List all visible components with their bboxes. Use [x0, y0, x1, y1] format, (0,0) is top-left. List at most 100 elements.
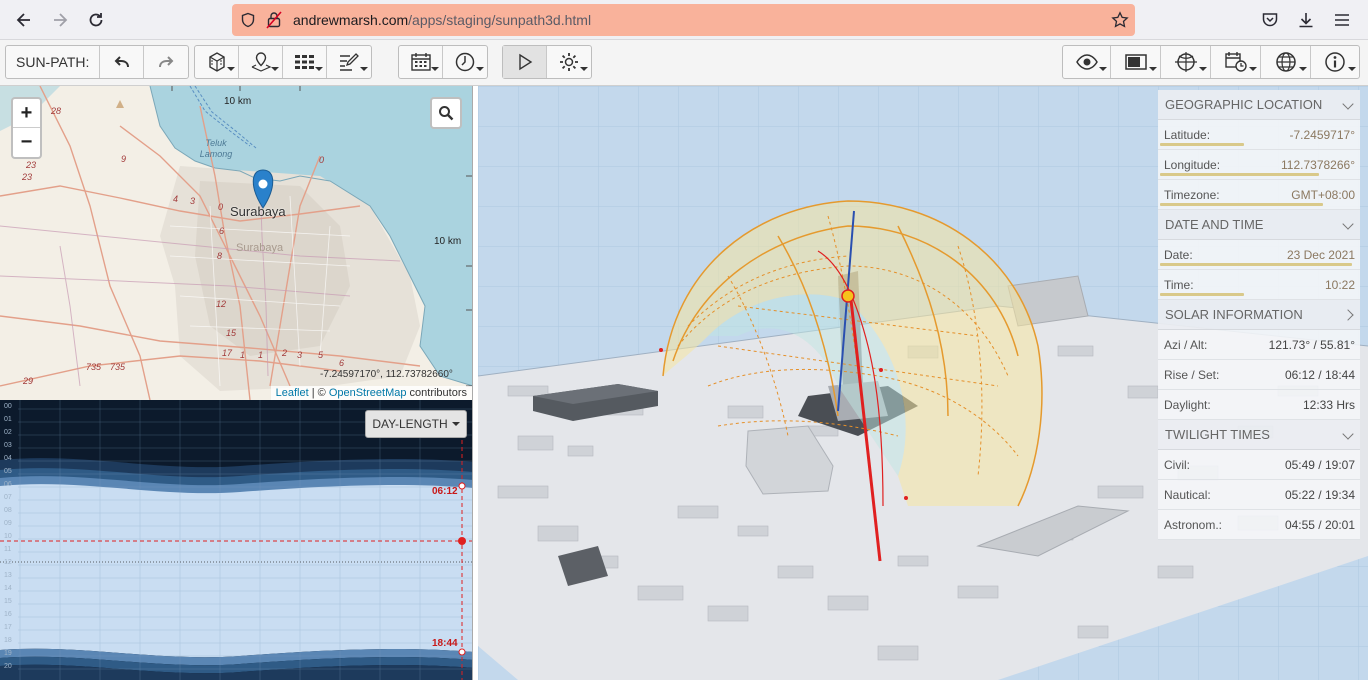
field-label: Latitude: [1164, 127, 1211, 142]
twilight-times-header[interactable]: TWILIGHT TIMES [1158, 420, 1360, 450]
osm-link[interactable]: OpenStreetMap [329, 387, 407, 399]
timezone-value[interactable]: GMT+08:00 [1291, 188, 1355, 202]
draw-tools-button[interactable] [327, 46, 371, 78]
globe-icon [1275, 52, 1296, 72]
hour-tick-label: 01 [4, 416, 12, 423]
road-number-label: 6 [339, 358, 345, 368]
zoom-in-button[interactable]: + [13, 99, 40, 128]
hour-tick-label: 13 [4, 572, 12, 579]
civil-twilight-value: 05:49 / 19:07 [1284, 457, 1355, 472]
time-slider[interactable] [1160, 293, 1244, 296]
longitude-row[interactable]: Longitude: 112.7378266° [1158, 150, 1360, 180]
road-number-label: 17 [222, 348, 233, 358]
nautical-twilight-value: 05:22 / 19:34 [1284, 487, 1355, 502]
field-label: Astronom.: [1164, 517, 1223, 532]
eye-icon [1075, 54, 1098, 70]
leaflet-link[interactable]: Leaflet [276, 387, 309, 399]
timezone-row[interactable]: Timezone: GMT+08:00 [1158, 180, 1360, 210]
shield-icon[interactable] [240, 12, 256, 33]
visibility-button[interactable] [1063, 46, 1111, 78]
model-group [194, 45, 372, 79]
grid-button[interactable] [283, 46, 327, 78]
civil-twilight-row: Civil: 05:49 / 19:07 [1158, 450, 1360, 480]
hour-tick-label: 18 [4, 637, 12, 644]
url-text[interactable]: andrewmarsh.com/apps/staging/sunpath3d.h… [293, 12, 591, 28]
caret-down-icon [451, 422, 460, 426]
hour-tick-label: 12 [4, 559, 12, 566]
building-model-button[interactable] [195, 46, 239, 78]
chart-mode-dropdown[interactable]: DAY-LENGTH [365, 410, 467, 438]
hour-tick-label: 15 [4, 598, 12, 605]
solar-information-header[interactable]: SOLAR INFORMATION [1158, 300, 1360, 330]
undo-button[interactable] [100, 46, 145, 78]
settings-button[interactable] [547, 46, 591, 78]
day-length-chart[interactable]: 00 01 02 03 04 05 06 07 08 09 10 11 12 13 14 15 16 17 18 19… [0, 400, 473, 680]
date-slider[interactable] [1160, 263, 1352, 266]
latitude-slider[interactable] [1160, 143, 1244, 146]
road-number-label: 28 [51, 106, 62, 116]
attrib-separator: | © [308, 387, 329, 399]
display-button[interactable] [1111, 46, 1161, 78]
day-length-plot[interactable] [0, 400, 473, 680]
lock-icon[interactable] [266, 11, 282, 34]
reload-icon[interactable] [82, 6, 110, 34]
hamburger-menu-icon[interactable] [1328, 6, 1356, 34]
road-number-label: 735 [110, 362, 126, 372]
field-label: Timezone: [1164, 187, 1220, 202]
forward-arrow-icon[interactable] [46, 6, 74, 34]
play-button[interactable] [503, 46, 547, 78]
chevron-down-icon [1342, 98, 1354, 110]
road-number-label: 9 [121, 154, 127, 164]
map-attribution: Leaflet | © OpenStreetMap contributors [270, 386, 472, 400]
sunpath-3d-view[interactable]: GEOGRAPHIC LOCATION Latitude: -7.2459717°… [478, 86, 1368, 680]
bookmark-star-icon[interactable] [1111, 11, 1129, 34]
road-number-label: 4 [173, 194, 179, 204]
hour-tick-label: 16 [4, 611, 12, 618]
calendar-clock-icon [1224, 52, 1247, 72]
latitude-value[interactable]: -7.2459717° [1289, 128, 1355, 142]
road-number-label: 3 [297, 350, 303, 360]
schedule-button[interactable] [1211, 46, 1261, 78]
date-value[interactable]: 23 Dec 2021 [1287, 248, 1355, 262]
chart-mode-label: DAY-LENGTH [372, 417, 448, 431]
map-search-button[interactable] [430, 97, 462, 129]
road-number-label: 2 [282, 348, 288, 358]
projection-button[interactable] [1161, 46, 1211, 78]
redo-button[interactable] [144, 46, 188, 78]
longitude-value[interactable]: 112.7378266° [1281, 158, 1355, 172]
road-number-label: 735 [86, 362, 102, 372]
url-bar[interactable]: andrewmarsh.com/apps/staging/sunpath3d.h… [232, 4, 1135, 36]
info-button[interactable] [1311, 46, 1359, 78]
view-group [1062, 45, 1360, 79]
daylight-row: Daylight: 12:33 Hrs [1158, 390, 1360, 420]
date-time-header[interactable]: DATE AND TIME [1158, 210, 1360, 240]
road-number-label: 8 [217, 251, 223, 261]
date-row[interactable]: Date: 23 Dec 2021 [1158, 240, 1360, 270]
downloads-icon[interactable] [1292, 6, 1320, 34]
map-pin-icon [251, 52, 271, 72]
timezone-slider[interactable] [1160, 203, 1323, 206]
geographic-location-header[interactable]: GEOGRAPHIC LOCATION [1158, 90, 1360, 120]
zoom-out-button[interactable]: − [13, 128, 40, 157]
pocket-icon[interactable] [1256, 6, 1284, 34]
longitude-slider[interactable] [1160, 173, 1319, 176]
time-button[interactable] [443, 46, 487, 78]
latitude-row[interactable]: Latitude: -7.2459717° [1158, 120, 1360, 150]
azimuth-altitude-row: Azi / Alt: 121.73° / 55.81° [1158, 330, 1360, 360]
globe-button[interactable] [1261, 46, 1311, 78]
back-arrow-icon[interactable] [10, 6, 38, 34]
location-button[interactable] [239, 46, 283, 78]
road-number-label: 1 [240, 350, 246, 360]
section-title: DATE AND TIME [1165, 217, 1264, 232]
date-button[interactable] [399, 46, 443, 78]
map-panel[interactable]: + − 28 23 23 9 4 3 0 0 6 8 12 15 17 1 1 2 3 5 6 735 735 29 10… [0, 86, 473, 400]
search-icon [439, 106, 454, 121]
azimuth-altitude-value: 121.73° / 55.81° [1268, 337, 1355, 352]
time-group [398, 45, 488, 79]
time-value[interactable]: 10:22 [1325, 278, 1355, 292]
daylight-value: 12:33 Hrs [1302, 397, 1355, 412]
play-icon [518, 53, 532, 71]
time-row[interactable]: Time: 10:22 [1158, 270, 1360, 300]
hour-tick-label: 07 [4, 494, 12, 501]
hour-tick-label: 20 [4, 663, 12, 670]
